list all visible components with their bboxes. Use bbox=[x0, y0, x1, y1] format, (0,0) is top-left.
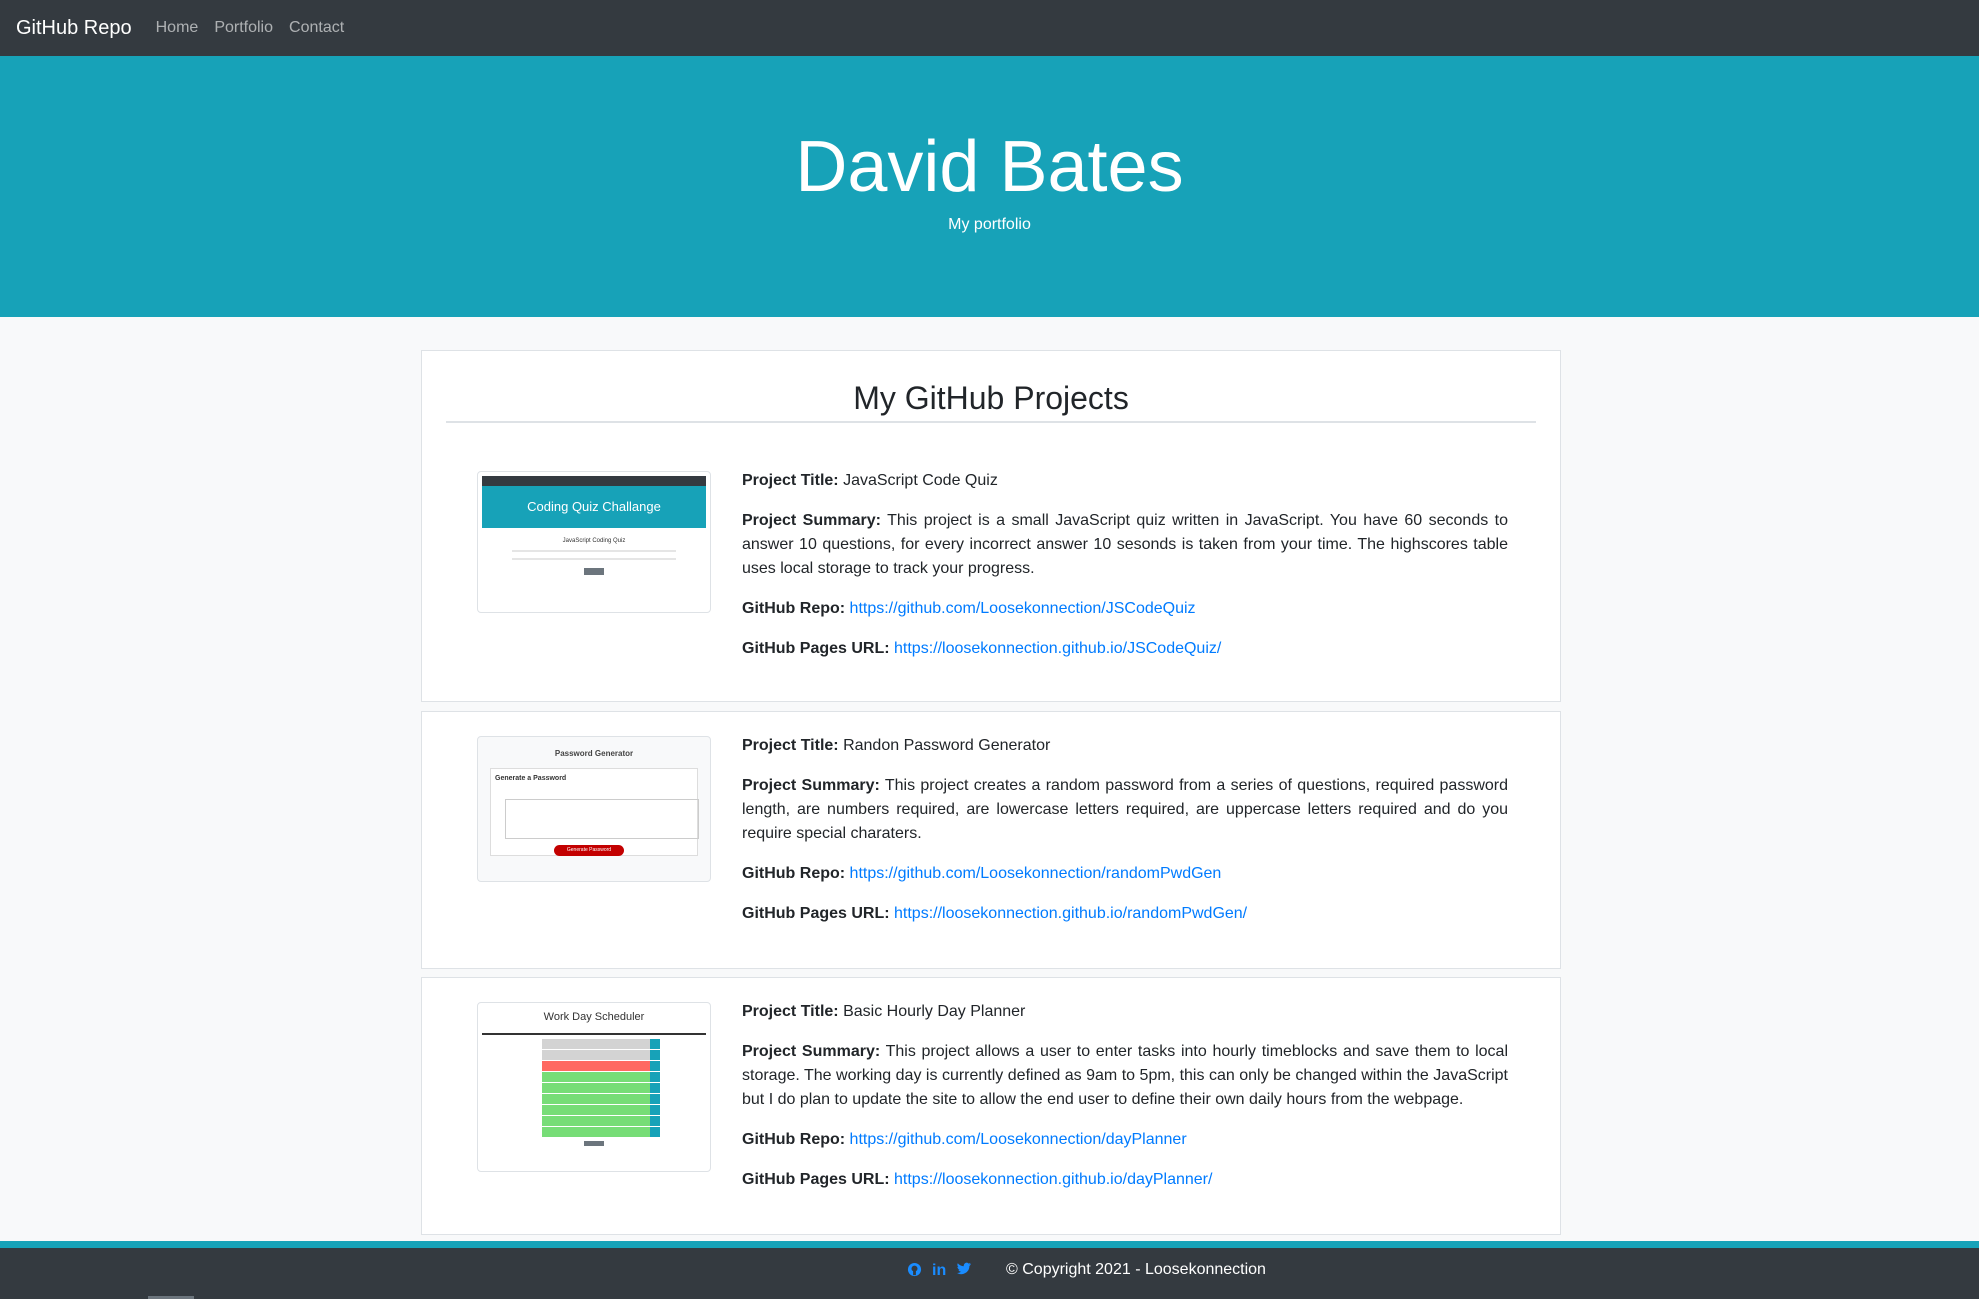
project-thumbnail-password: Password Generator Generate a Password G… bbox=[477, 736, 711, 882]
project-repo-row: GitHub Repo: https://github.com/Loosekon… bbox=[742, 862, 1508, 886]
thumb-row bbox=[542, 1127, 660, 1137]
project-summary-row: Project Summary: This project allows a u… bbox=[742, 1040, 1508, 1112]
project-card-1: My GitHub Projects Coding Quiz Challange… bbox=[421, 350, 1561, 702]
linkedin-icon[interactable]: in bbox=[932, 1262, 946, 1282]
hero-title: David Bates bbox=[795, 127, 1184, 207]
hero-subtitle: My portfolio bbox=[948, 216, 1031, 233]
project-info: Project Title: Basic Hourly Day Planner … bbox=[742, 1000, 1508, 1208]
thumb-header: Coding Quiz Challange bbox=[482, 486, 706, 528]
thumb-divider bbox=[482, 1033, 706, 1035]
thumb-row bbox=[542, 1072, 660, 1082]
thumb-row bbox=[542, 1116, 660, 1126]
project-repo-label: GitHub Repo: bbox=[742, 865, 846, 882]
project-title: Randon Password Generator bbox=[843, 737, 1051, 754]
project-repo-link[interactable]: https://github.com/Loosekonnection/rando… bbox=[850, 865, 1222, 882]
project-info: Project Title: JavaScript Code Quiz Proj… bbox=[742, 469, 1508, 677]
project-repo-link[interactable]: https://github.com/Loosekonnection/dayPl… bbox=[850, 1131, 1187, 1148]
project-pages-link[interactable]: https://loosekonnection.github.io/JSCode… bbox=[894, 640, 1221, 657]
project-title: JavaScript Code Quiz bbox=[843, 472, 998, 489]
thumb-title: Password Generator bbox=[554, 749, 634, 758]
github-icon[interactable] bbox=[907, 1262, 922, 1282]
project-pages-label: GitHub Pages URL: bbox=[742, 905, 890, 922]
project-pages-row: GitHub Pages URL: https://loosekonnectio… bbox=[742, 1168, 1508, 1192]
social-icons: in bbox=[907, 1262, 972, 1282]
twitter-icon[interactable] bbox=[956, 1262, 972, 1282]
thumb-textbox bbox=[505, 799, 699, 839]
project-repo-row: GitHub Repo: https://github.com/Loosekon… bbox=[742, 1128, 1508, 1152]
project-title-label: Project Title: bbox=[742, 737, 839, 754]
hero-jumbotron: David Bates My portfolio bbox=[0, 56, 1979, 317]
project-pages-label: GitHub Pages URL: bbox=[742, 640, 890, 657]
thumb-panel: Generate a Password Generate Password bbox=[490, 768, 699, 856]
project-summary-label: Project Summary: bbox=[742, 1043, 881, 1060]
project-repo-label: GitHub Repo: bbox=[742, 600, 846, 617]
project-summary-label: Project Summary: bbox=[742, 777, 880, 794]
thumb-text-line bbox=[512, 558, 676, 560]
project-title-label: Project Title: bbox=[742, 472, 839, 489]
project-pages-label: GitHub Pages URL: bbox=[742, 1171, 890, 1188]
copyright-text: © Copyright 2021 - Loosekonnection bbox=[1006, 1261, 1266, 1278]
thumb-button bbox=[584, 568, 604, 575]
project-title-label: Project Title: bbox=[742, 1003, 839, 1020]
project-card-3: Work Day Scheduler Project Title: Basic … bbox=[421, 977, 1561, 1235]
project-info: Project Title: Randon Password Generator… bbox=[742, 734, 1508, 942]
thumb-navbar bbox=[482, 476, 706, 486]
project-title-row: Project Title: JavaScript Code Quiz bbox=[742, 469, 1508, 493]
project-summary-row: Project Summary: This project creates a … bbox=[742, 774, 1508, 846]
brand-link[interactable]: GitHub Repo bbox=[16, 17, 132, 40]
thumb-label: Generate a Password bbox=[495, 775, 567, 782]
thumb-row bbox=[542, 1039, 660, 1049]
thumb-title: Work Day Scheduler bbox=[543, 1011, 645, 1023]
thumb-row bbox=[542, 1105, 660, 1115]
project-thumbnail-scheduler: Work Day Scheduler bbox=[477, 1002, 711, 1172]
project-pages-link[interactable]: https://loosekonnection.github.io/random… bbox=[894, 905, 1247, 922]
project-title-row: Project Title: Randon Password Generator bbox=[742, 734, 1508, 758]
project-repo-link[interactable]: https://github.com/Loosekonnection/JSCod… bbox=[850, 600, 1196, 617]
thumb-button bbox=[584, 1141, 604, 1146]
thumb-text-line bbox=[512, 550, 676, 552]
project-pages-link[interactable]: https://loosekonnection.github.io/dayPla… bbox=[894, 1171, 1212, 1188]
project-repo-label: GitHub Repo: bbox=[742, 1131, 846, 1148]
project-thumbnail-quiz: Coding Quiz Challange JavaScript Coding … bbox=[477, 471, 711, 613]
project-pages-row: GitHub Pages URL: https://loosekonnectio… bbox=[742, 902, 1508, 926]
project-title-row: Project Title: Basic Hourly Day Planner bbox=[742, 1000, 1508, 1024]
footer-accent-stripe bbox=[0, 1241, 1979, 1248]
thumb-button: Generate Password bbox=[554, 845, 624, 856]
footer: in © Copyright 2021 - Loosekonnection bbox=[0, 1248, 1979, 1299]
project-summary-row: Project Summary: This project is a small… bbox=[742, 509, 1508, 581]
project-pages-row: GitHub Pages URL: https://loosekonnectio… bbox=[742, 637, 1508, 661]
project-card-2: Password Generator Generate a Password G… bbox=[421, 711, 1561, 969]
project-repo-row: GitHub Repo: https://github.com/Loosekon… bbox=[742, 597, 1508, 621]
project-summary-label: Project Summary: bbox=[742, 512, 881, 529]
nav-portfolio-link[interactable]: Portfolio bbox=[214, 19, 273, 37]
thumb-row bbox=[542, 1061, 660, 1071]
navbar: GitHub Repo Home Portfolio Contact bbox=[0, 0, 1979, 56]
project-title: Basic Hourly Day Planner bbox=[843, 1003, 1026, 1020]
nav-contact-link[interactable]: Contact bbox=[289, 19, 344, 37]
thumb-row bbox=[542, 1083, 660, 1093]
thumb-row bbox=[542, 1050, 660, 1060]
thumb-subtitle: JavaScript Coding Quiz bbox=[562, 538, 626, 544]
section-title: My GitHub Projects bbox=[446, 375, 1536, 423]
nav-home-link[interactable]: Home bbox=[156, 19, 199, 37]
thumb-row bbox=[542, 1094, 660, 1104]
